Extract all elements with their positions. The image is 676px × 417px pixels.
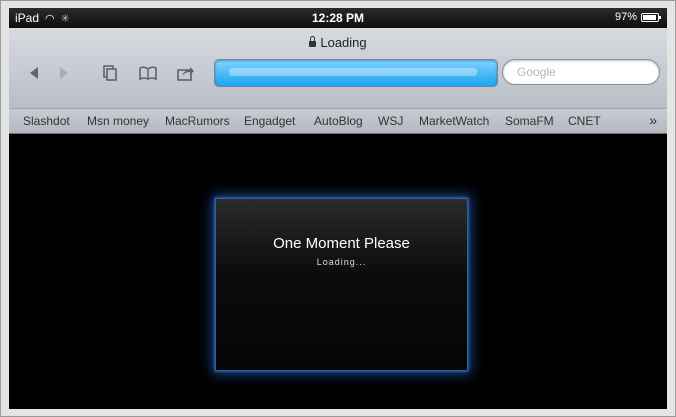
- back-button[interactable]: [21, 61, 47, 85]
- pages-icon: [103, 65, 117, 81]
- loading-subtitle: Loading...: [316, 257, 367, 267]
- search-input[interactable]: [515, 64, 649, 80]
- page-title-text: Loading: [320, 35, 367, 50]
- pages-button[interactable]: [97, 61, 123, 85]
- bookmark-marketwatch[interactable]: MarketWatch: [419, 114, 489, 128]
- browser-toolbar: Loading: [9, 28, 667, 108]
- bookmark-autoblog[interactable]: AutoBlog: [314, 114, 363, 128]
- page-title: Loading: [9, 35, 667, 50]
- share-icon: [177, 67, 194, 81]
- bookmark-cnet[interactable]: CNET: [568, 114, 601, 128]
- book-icon: [139, 66, 157, 81]
- forward-button[interactable]: [51, 61, 77, 85]
- bookmarks-more-button[interactable]: »: [649, 112, 657, 128]
- address-url-text: [229, 68, 477, 76]
- loading-title: One Moment Please: [273, 235, 410, 252]
- web-content: One Moment Please Loading...: [9, 134, 667, 409]
- share-button[interactable]: [173, 61, 199, 85]
- battery-percent: 97%: [614, 11, 637, 23]
- bookmark-somafm[interactable]: SomaFM: [505, 114, 554, 128]
- status-right: 97%: [614, 11, 661, 23]
- forward-arrow-icon: [60, 67, 68, 79]
- lock-icon: [309, 36, 317, 47]
- status-bar: iPad ◠ ✳ 12:28 PM 97%: [9, 8, 667, 28]
- address-bar[interactable]: [214, 59, 498, 87]
- battery-icon: [641, 12, 661, 22]
- bookmarks-button[interactable]: [135, 61, 161, 85]
- bookmark-macrumors[interactable]: MacRumors: [165, 114, 230, 128]
- search-field[interactable]: [502, 59, 660, 85]
- bookmark-slashdot[interactable]: Slashdot: [23, 114, 70, 128]
- loading-dialog: One Moment Please Loading...: [215, 198, 468, 371]
- bookmark-msn-money[interactable]: Msn money: [87, 114, 149, 128]
- bookmark-engadget[interactable]: Engadget: [244, 114, 295, 128]
- bookmark-wsj[interactable]: WSJ: [378, 114, 403, 128]
- back-arrow-icon: [30, 67, 38, 79]
- bookmarks-bar: Slashdot Msn money MacRumors Engadget Au…: [9, 108, 667, 134]
- status-time: 12:28 PM: [311, 11, 365, 25]
